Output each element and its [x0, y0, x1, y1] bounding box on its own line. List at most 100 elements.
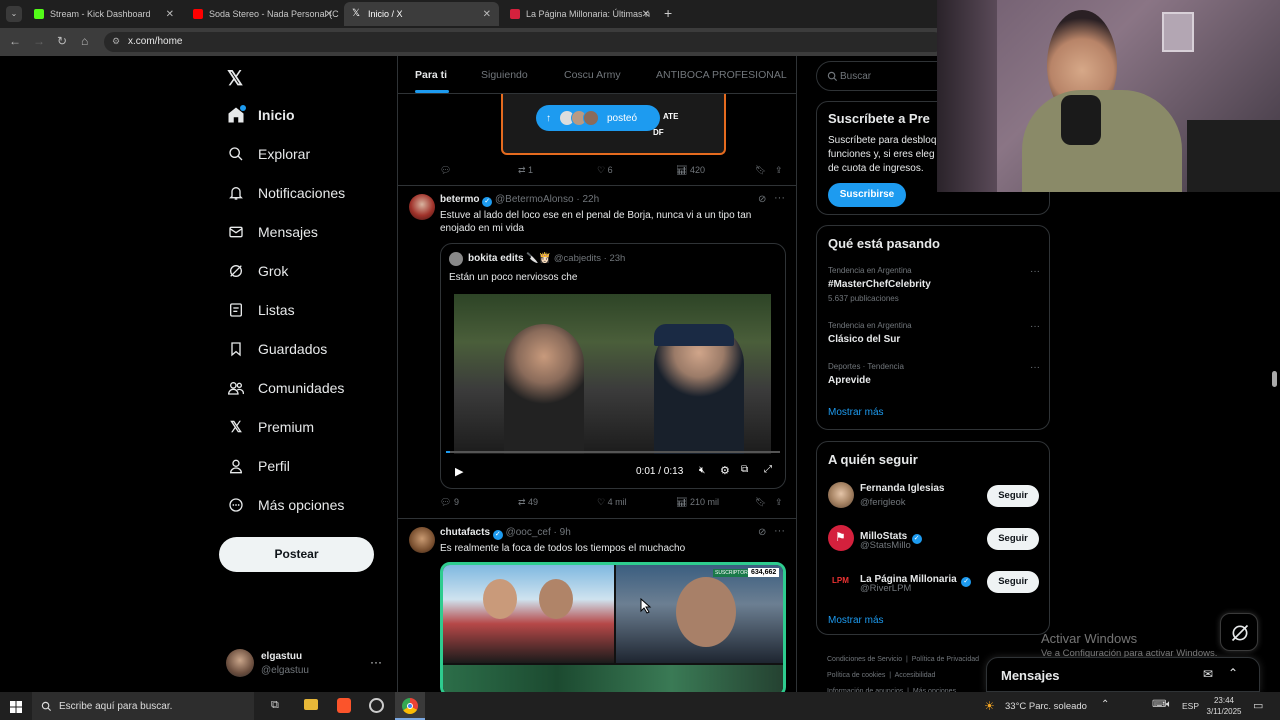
author-name[interactable]: betermo: [440, 194, 479, 205]
grok-floating-button[interactable]: [1220, 613, 1258, 651]
grok-icon[interactable]: ⊘: [758, 527, 766, 538]
tweet-image[interactable]: SUSCRIPTORES 634,662: [440, 562, 786, 692]
follow-button[interactable]: Seguir: [987, 571, 1039, 593]
clock[interactable]: 23:44 3/11/2025: [1204, 695, 1244, 717]
nav-notificaciones[interactable]: Notificaciones: [227, 184, 345, 202]
share-icon[interactable]: ⇪: [775, 165, 783, 176]
tweet-chutafacts[interactable]: chutafacts ✓ @ooc_cef · 9h ⊘ ··· Es real…: [398, 519, 796, 692]
nav-perfil[interactable]: Perfil: [227, 457, 290, 475]
windows-start-icon[interactable]: [10, 700, 22, 713]
post-button[interactable]: Postear: [219, 537, 374, 572]
bookmark-icon[interactable]: 🔖︎: [755, 165, 766, 176]
tweet-time[interactable]: 22h: [582, 194, 599, 205]
author-handle[interactable]: @BetermoAlonso: [495, 194, 574, 205]
footer-link[interactable]: Política de Privacidad: [912, 656, 979, 663]
nav-listas[interactable]: Listas: [227, 301, 295, 319]
taskbar-search[interactable]: Escribe aquí para buscar.: [32, 692, 254, 720]
forward-icon[interactable]: →: [33, 34, 45, 48]
back-icon[interactable]: ←: [9, 34, 21, 48]
play-icon[interactable]: ▶: [455, 465, 463, 478]
more-icon[interactable]: ···: [774, 525, 785, 537]
views-icon[interactable]: 📊︎ 420: [676, 165, 705, 176]
close-icon[interactable]: ✕: [166, 9, 174, 20]
nav-comunidades[interactable]: Comunidades: [227, 379, 344, 397]
settings-icon[interactable]: ⚙: [720, 464, 730, 477]
chrome-icon-active[interactable]: [395, 692, 425, 720]
video-player[interactable]: ▶ 0:01 / 0:13 🔇︎ ⚙ ⧉ ⤢: [446, 294, 780, 486]
weather-text[interactable]: 33°C Parc. soleado: [1005, 701, 1087, 712]
follow-suggestion[interactable]: LPM La Página Millonaria ✓ @RiverLPM Seg…: [817, 566, 1049, 600]
pip-icon[interactable]: ⧉: [741, 464, 748, 475]
like-icon[interactable]: ♡ 6: [597, 165, 613, 176]
tab-para-ti[interactable]: Para ti: [415, 69, 447, 81]
trend-item[interactable]: Tendencia en Argentina Clásico del Sur ·…: [828, 321, 1040, 351]
network-icon[interactable]: ⌨: [1152, 699, 1166, 710]
follow-suggestion[interactable]: ⚑ MilloStats ✓ @StatsMillo Seguir: [817, 523, 1049, 557]
close-icon[interactable]: ✕: [325, 9, 333, 20]
tab-siguiendo[interactable]: Siguiendo: [481, 69, 528, 81]
avatar[interactable]: [409, 527, 435, 553]
reply-icon[interactable]: 💬︎ 9: [440, 497, 459, 508]
browser-tab-kick[interactable]: Stream - Kick Dashboard ✕: [26, 2, 182, 26]
nav-mas-opciones[interactable]: Más opciones: [227, 496, 344, 514]
grok-icon[interactable]: ⊘: [758, 194, 766, 205]
mute-icon[interactable]: 🔇︎: [699, 465, 705, 476]
quote-tweet[interactable]: bokita edits 🔪👸🏻 @cabjedits · 23h Están …: [440, 243, 786, 489]
follow-button[interactable]: Seguir: [987, 528, 1039, 550]
more-icon[interactable]: ···: [774, 192, 785, 204]
messages-drawer[interactable]: Mensajes ✉ ⌃: [986, 657, 1260, 692]
like-icon[interactable]: ♡ 4 mil: [597, 497, 627, 508]
more-icon[interactable]: ···: [370, 655, 382, 669]
site-info-icon[interactable]: ⚙: [112, 36, 120, 47]
tray-chevron-icon[interactable]: ⌃: [1101, 699, 1109, 710]
task-view-icon[interactable]: ⧉: [271, 699, 279, 712]
video-progress-track[interactable]: [446, 451, 780, 453]
tweet-betermo[interactable]: betermo ✓ @BetermoAlonso · 22h ⊘ ··· Est…: [398, 186, 796, 519]
brave-icon[interactable]: [337, 698, 351, 713]
footer-link[interactable]: Política de cookies: [827, 672, 885, 679]
obs-icon[interactable]: [369, 698, 384, 713]
trend-item[interactable]: Deportes · Tendencia Aprevide ···: [828, 362, 1040, 392]
volume-icon[interactable]: 🔈︎: [1166, 699, 1172, 710]
language-indicator[interactable]: ESP: [1182, 701, 1199, 711]
close-icon[interactable]: ✕: [642, 9, 650, 20]
bookmark-icon[interactable]: 🔖︎: [755, 497, 766, 508]
footer-link[interactable]: Condiciones de Servicio: [827, 656, 902, 663]
tweet-time[interactable]: 9h: [560, 527, 571, 538]
fullscreen-icon[interactable]: ⤢: [764, 464, 772, 475]
repost-icon[interactable]: ⇄ 1: [518, 165, 533, 176]
trend-item[interactable]: Tendencia en Argentina #MasterChefCelebr…: [828, 266, 1040, 306]
close-icon[interactable]: ✕: [483, 9, 491, 20]
nav-mensajes[interactable]: Mensajes: [227, 223, 318, 241]
tab-coscu-army[interactable]: Coscu Army: [564, 69, 621, 81]
browser-tab-x[interactable]: 𝕏 Inicio / X ✕: [344, 2, 499, 26]
more-icon[interactable]: ···: [1030, 266, 1040, 277]
nav-explorar[interactable]: Explorar: [227, 145, 310, 163]
show-more-follow[interactable]: Mostrar más: [828, 615, 884, 626]
page-scrollbar[interactable]: [1272, 371, 1277, 387]
more-icon[interactable]: ···: [1030, 321, 1040, 332]
nav-premium[interactable]: 𝕏 Premium: [227, 418, 314, 436]
url-field[interactable]: ⚙ x.com/home: [104, 32, 944, 52]
home-icon[interactable]: ⌂: [81, 34, 88, 48]
avatar[interactable]: [409, 194, 435, 220]
author-name[interactable]: chutafacts: [440, 527, 490, 538]
views-icon[interactable]: 📊︎ 210 mil: [676, 497, 719, 508]
account-switcher[interactable]: elgastuu @elgastuu ···: [226, 649, 386, 679]
nav-grok[interactable]: Grok: [227, 262, 288, 280]
nav-guardados[interactable]: Guardados: [227, 340, 327, 358]
show-more-trends[interactable]: Mostrar más: [828, 407, 884, 418]
tab-antiboca[interactable]: ANTIBOCA PROFESIONAL: [656, 69, 787, 81]
browser-tab-youtube[interactable]: Soda Stereo - Nada Personal (C ✕: [185, 2, 341, 26]
new-posts-pill[interactable]: ↑ posteó: [536, 105, 660, 131]
new-tab-icon[interactable]: +: [664, 5, 672, 21]
x-logo[interactable]: 𝕏: [227, 66, 243, 91]
notifications-icon[interactable]: ▭: [1253, 699, 1263, 712]
author-handle[interactable]: @ooc_cef: [506, 527, 551, 538]
subscribe-button[interactable]: Suscribirse: [828, 183, 906, 207]
nav-inicio[interactable]: Inicio: [227, 106, 295, 124]
browser-tab-lpm[interactable]: La Página Millonaria: Últimas n ✕: [502, 2, 658, 26]
reply-icon[interactable]: 💬︎: [440, 165, 451, 176]
reload-icon[interactable]: ↻: [57, 34, 67, 48]
more-icon[interactable]: ···: [1030, 362, 1040, 373]
